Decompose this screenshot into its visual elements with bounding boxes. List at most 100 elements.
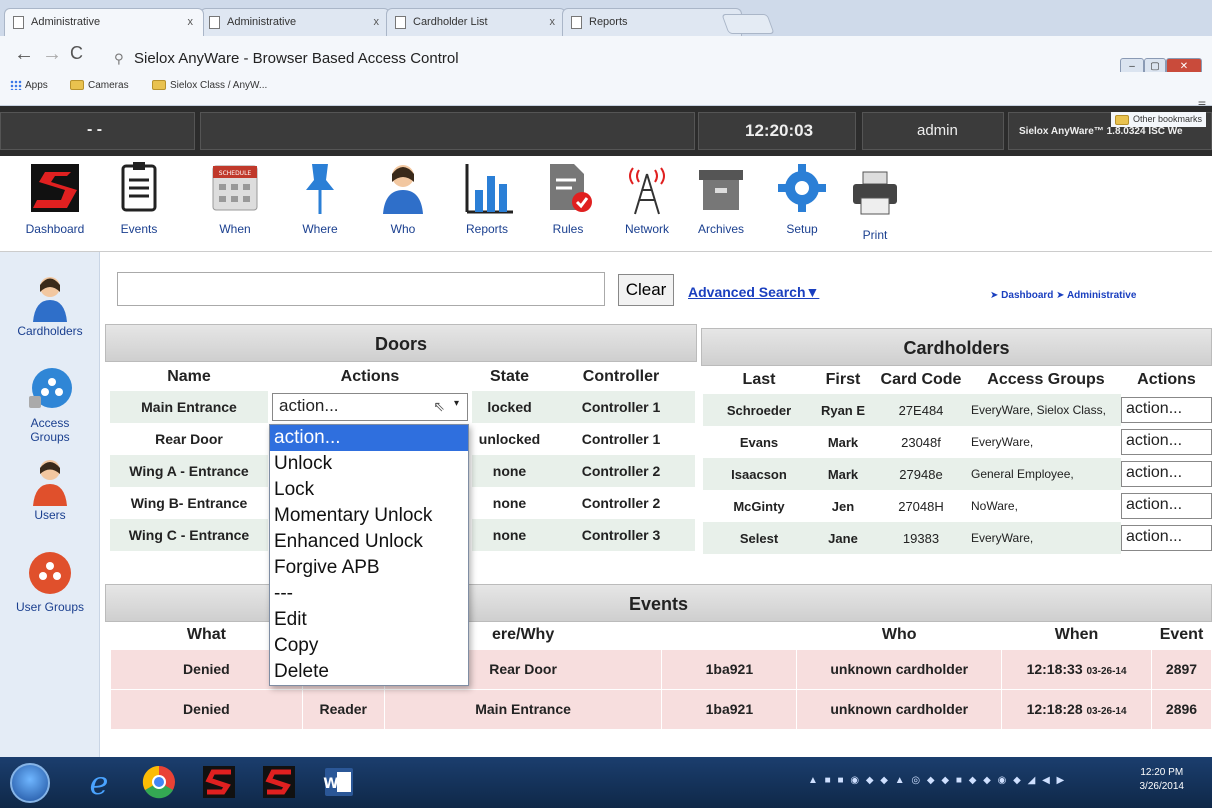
tool-where[interactable]: Where: [285, 160, 355, 236]
dropdown-option-forgive-apb[interactable]: Forgive APB: [270, 555, 468, 581]
bookmark-cameras[interactable]: Cameras: [70, 80, 129, 91]
close-tab-icon[interactable]: x: [550, 16, 556, 28]
table-row[interactable]: Selest Jane 19383 EveryWare, action...: [703, 522, 1212, 554]
tool-dashboard[interactable]: Dashboard: [20, 160, 90, 236]
event-when: 12:18:28 03-26-14: [1001, 688, 1152, 730]
tool-network[interactable]: Network: [612, 160, 682, 236]
cardholder-first: Mark: [827, 434, 859, 450]
tool-label: Dashboard: [25, 222, 85, 236]
search-input[interactable]: [117, 272, 605, 306]
other-bookmarks[interactable]: Other bookmarks: [1110, 112, 1206, 127]
cardholder-last: Isaacson: [703, 458, 815, 490]
tool-events[interactable]: Events: [104, 160, 174, 236]
advanced-search-link[interactable]: Advanced Search▼: [688, 284, 819, 300]
tool-who[interactable]: Who: [368, 160, 438, 236]
word-icon[interactable]: W: [312, 762, 366, 804]
table-row: Main Entrance action... ▾ ⇖ locked Control…: [110, 391, 695, 423]
tab-administrative-2[interactable]: Administrative x: [200, 8, 390, 36]
forward-icon[interactable]: →: [42, 43, 62, 66]
cardholder-action-select[interactable]: action...: [1121, 461, 1212, 487]
cardholder-code: 23048f: [901, 434, 941, 450]
back-icon[interactable]: ←: [14, 43, 34, 66]
event-card: 1ba921: [661, 648, 798, 690]
header-clock: 12:20:03: [698, 112, 856, 150]
dropdown-option-momentary-unlock[interactable]: Momentary Unlock: [270, 503, 468, 529]
tool-rules[interactable]: Rules: [533, 160, 603, 236]
table-row[interactable]: Evans Mark 23048f EveryWare, action...: [703, 426, 1212, 458]
bookmark-sielox-class[interactable]: Sielox Class / AnyW...: [152, 80, 267, 91]
sidebar-item-users[interactable]: Users: [0, 456, 100, 522]
event-who: unknown cardholder: [796, 688, 1003, 730]
dropdown-option-delete[interactable]: Delete: [270, 659, 468, 685]
bookmark-apps[interactable]: Apps: [10, 80, 48, 91]
tool-when[interactable]: SCHEDULE When: [200, 160, 270, 236]
archive-box-icon: [693, 160, 749, 216]
tool-print[interactable]: Print: [840, 166, 910, 242]
table-row[interactable]: McGinty Jen 27048H NoWare, action...: [703, 490, 1212, 522]
person-icon: [375, 160, 431, 216]
other-bookmarks-label: Other bookmarks: [1132, 114, 1202, 124]
cardholder-first: Mark: [815, 458, 871, 490]
antenna-tower-icon: [619, 160, 675, 216]
dropdown-option-copy[interactable]: Copy: [270, 633, 468, 659]
cardholder-action-select[interactable]: action...: [1121, 525, 1212, 551]
tool-setup[interactable]: Setup: [767, 160, 837, 236]
left-sidebar: Cardholders Access Groups Users User Gro…: [0, 252, 100, 757]
sidebar-item-cardholders[interactable]: Cardholders: [0, 272, 100, 338]
dropdown-option-action[interactable]: action...: [270, 425, 468, 451]
cardholder-action-select[interactable]: action...: [1121, 493, 1212, 519]
sielox-app-icon[interactable]: [192, 762, 246, 804]
new-tab-button[interactable]: [721, 14, 775, 34]
tab-label: Reports: [589, 16, 628, 28]
cardholder-action-select[interactable]: action...: [1121, 429, 1212, 455]
bookmark-label: Cameras: [88, 80, 129, 91]
clear-button[interactable]: Clear: [618, 274, 674, 306]
tool-label: Print: [862, 228, 888, 242]
dropdown-option-edit[interactable]: Edit: [270, 607, 468, 633]
tool-archives[interactable]: Archives: [686, 160, 756, 236]
schedule-badge: SCHEDULE: [219, 170, 252, 177]
dropdown-option-lock[interactable]: Lock: [270, 477, 468, 503]
ie-icon[interactable]: e: [72, 762, 126, 804]
tool-reports[interactable]: Reports: [452, 160, 522, 236]
sidebar-item-user-groups[interactable]: User Groups: [0, 548, 100, 614]
address-bar[interactable]: ⚲ Sielox AnyWare - Browser Based Access …: [110, 42, 990, 74]
header-user[interactable]: admin: [862, 112, 1004, 150]
tab-reports[interactable]: Reports x: [562, 8, 742, 36]
door-controller: Controller 2: [581, 495, 661, 511]
doors-panel-title: Doors: [105, 324, 697, 362]
start-button[interactable]: [10, 763, 50, 803]
windows-taskbar: e W ▲ ■ ■ ◉ ◆ ◆ ▲ ◎ ◆ ◆ ■ ◆ ◆ ◉ ◆ ◢ ◀ ▶ …: [0, 757, 1212, 808]
folder-icon: [1114, 114, 1129, 125]
door-name: Rear Door: [155, 431, 223, 447]
door-state: none: [472, 455, 547, 487]
table-row[interactable]: Schroeder Ryan E 27E484 EveryWare, Sielo…: [703, 394, 1212, 426]
col-event: Event: [1159, 625, 1204, 643]
event-time: 12:18:28: [1026, 701, 1083, 717]
taskbar-clock[interactable]: 12:20 PM 3/26/2014: [1140, 766, 1185, 794]
close-tab-icon[interactable]: x: [188, 16, 194, 28]
table-row[interactable]: Denied Reader Main Entrance 1ba921 unkno…: [110, 688, 1212, 730]
table-row[interactable]: Isaacson Mark 27948e General Employee, a…: [703, 458, 1212, 490]
door-controller: Controller 1: [547, 391, 695, 423]
system-tray-icons[interactable]: ▲ ■ ■ ◉ ◆ ◆ ▲ ◎ ◆ ◆ ■ ◆ ◆ ◉ ◆ ◢ ◀ ▶: [808, 775, 1066, 786]
breadcrumb[interactable]: ➤ Dashboard ➤ Administrative: [990, 290, 1136, 301]
tab-label: Cardholder List: [413, 16, 488, 28]
door-action-select[interactable]: action... ▾ ⇖: [272, 393, 468, 421]
reload-icon[interactable]: C: [70, 43, 83, 64]
sielox-app-icon-2[interactable]: [252, 762, 306, 804]
sidebar-item-access-groups[interactable]: Access Groups: [0, 364, 100, 444]
dropdown-option-unlock[interactable]: Unlock: [270, 451, 468, 477]
page-icon: [395, 16, 406, 29]
chrome-icon[interactable]: [132, 762, 186, 804]
event-id: 2897: [1150, 648, 1212, 690]
cardholder-action-select[interactable]: action...: [1121, 397, 1212, 423]
tab-administrative-1[interactable]: Administrative x: [4, 8, 204, 36]
tab-cardholder-list[interactable]: Cardholder List x: [386, 8, 566, 36]
tool-label: Rules: [552, 222, 584, 236]
close-tab-icon[interactable]: x: [374, 16, 380, 28]
col-card: [662, 621, 797, 649]
door-controller: Controller 3: [547, 519, 695, 551]
dropdown-option-enhanced-unlock[interactable]: Enhanced Unlock: [270, 529, 468, 555]
gear-icon: [774, 160, 830, 216]
